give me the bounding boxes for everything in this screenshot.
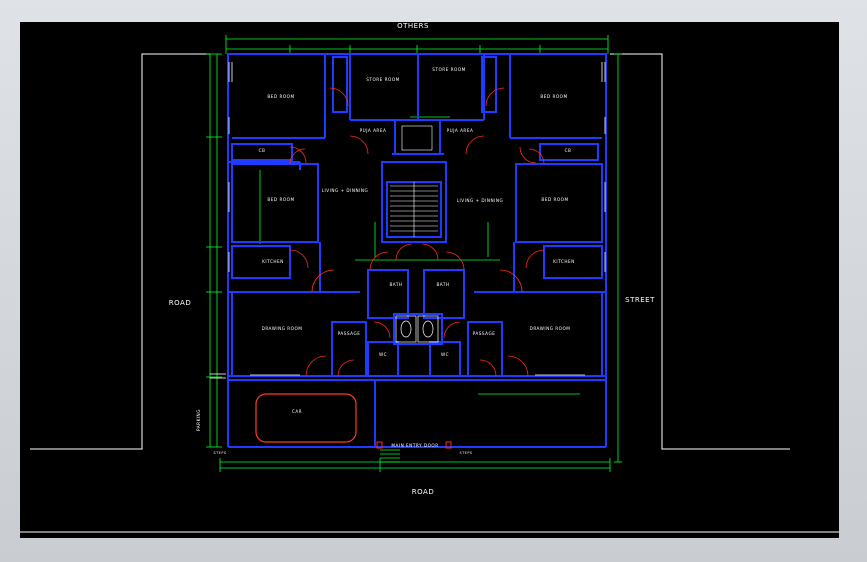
steps-left-label: STEPS xyxy=(213,451,226,455)
room-living-left: LIVING + DINNING xyxy=(322,188,369,193)
room-wc-left: WC xyxy=(379,352,387,357)
room-passage-right: PASSAGE xyxy=(473,331,496,336)
room-kitchen-left: KITCHEN xyxy=(262,259,284,264)
entry-steps xyxy=(380,449,400,463)
main-entry-label: MAIN ENTRY DOOR xyxy=(391,443,438,448)
room-living-right: LIVING + DINNING xyxy=(457,198,504,203)
closet-left-label: CB xyxy=(259,148,266,153)
bath-fixtures xyxy=(395,315,439,343)
room-store-right: STORE ROOM xyxy=(432,67,466,72)
car-icon xyxy=(255,393,357,443)
label-right: STREET xyxy=(625,296,655,304)
room-store-left: STORE ROOM xyxy=(366,77,400,82)
room-puja-left: PUJA AREA xyxy=(360,128,387,133)
floor-plan: OTHERS ROAD STREET ROAD BED ROOM BED ROO… xyxy=(20,22,839,533)
room-bedroom2-right: BED ROOM xyxy=(541,197,568,202)
room-drawing-right: DRAWING ROOM xyxy=(530,326,571,331)
closet-right-label: CB xyxy=(565,148,572,153)
cad-window-frame: OTHERS ROAD STREET ROAD BED ROOM BED ROO… xyxy=(0,0,867,562)
label-left: ROAD xyxy=(169,299,191,307)
room-passage-left: PASSAGE xyxy=(338,331,361,336)
room-drawing-left: DRAWING ROOM xyxy=(262,326,303,331)
room-bedroom1-right: BED ROOM xyxy=(540,94,567,99)
label-top: OTHERS xyxy=(397,22,429,30)
room-wc-right: WC xyxy=(441,352,449,357)
site-boundary xyxy=(20,53,839,533)
room-bedroom1-left: BED ROOM xyxy=(267,94,294,99)
room-bath-left: BATH xyxy=(389,282,402,287)
steps-right-label: STEPS xyxy=(459,451,472,455)
doors xyxy=(289,87,545,377)
drawing-viewport[interactable]: OTHERS ROAD STREET ROAD BED ROOM BED ROO… xyxy=(20,22,839,538)
room-bedroom2-left: BED ROOM xyxy=(267,197,294,202)
car-label: CAR xyxy=(292,409,302,414)
room-bath-right: BATH xyxy=(436,282,449,287)
room-puja-right: PUJA AREA xyxy=(447,128,474,133)
dimension-lines xyxy=(206,35,622,472)
parking-label: PARKING xyxy=(196,409,201,431)
walls xyxy=(227,53,607,448)
room-kitchen-right: KITCHEN xyxy=(553,259,575,264)
label-bottom: ROAD xyxy=(412,488,434,496)
